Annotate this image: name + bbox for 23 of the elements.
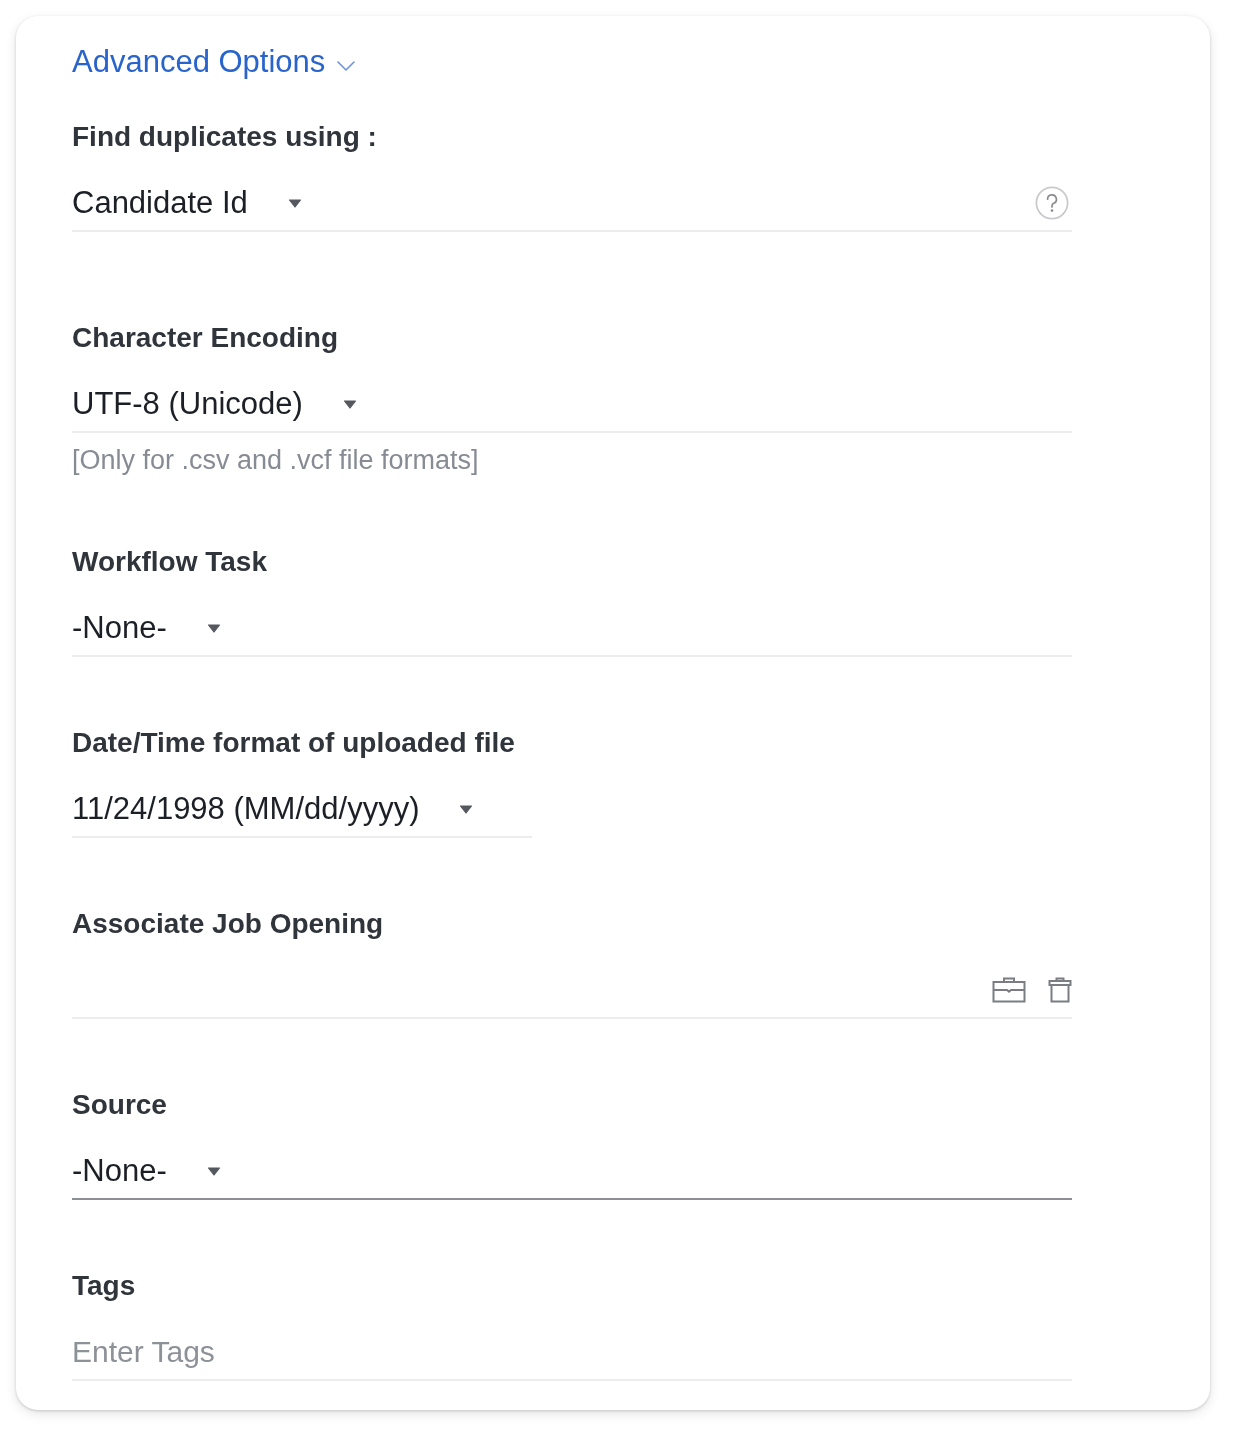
trash-icon[interactable] bbox=[1048, 977, 1072, 1003]
dropdown[interactable]: Candidate Id bbox=[72, 179, 1072, 232]
text-input[interactable]: Enter Tags bbox=[72, 1328, 1072, 1381]
advanced-options-link[interactable]: Advanced Options bbox=[72, 42, 356, 82]
dropdown[interactable]: UTF-8 (Unicode) bbox=[72, 380, 1072, 433]
caret-icon bbox=[287, 198, 302, 208]
field-label: Character Encoding bbox=[72, 321, 340, 355]
dropdown[interactable]: 11/24/1998 (MM/dd/yyyy) bbox=[72, 785, 532, 838]
field-label: Tags bbox=[72, 1269, 137, 1303]
hint-text: [Only for .csv and .vcf file formats] bbox=[72, 444, 480, 476]
briefcase-icon[interactable] bbox=[992, 977, 1026, 1003]
field-label: Source bbox=[72, 1088, 168, 1122]
caret-icon bbox=[206, 623, 221, 633]
caret-icon bbox=[459, 804, 474, 814]
caret-icon bbox=[342, 399, 357, 409]
dropdown[interactable]: -None- bbox=[72, 604, 1072, 657]
caret-icon bbox=[206, 1166, 221, 1176]
field-label: Date/Time format of uploaded file bbox=[72, 726, 516, 760]
field-label: Associate Job Opening bbox=[72, 907, 385, 941]
field-label: Find duplicates using : bbox=[72, 120, 378, 154]
help-icon[interactable] bbox=[1035, 186, 1069, 220]
field-label: Workflow Task bbox=[72, 545, 268, 579]
dropdown[interactable]: -None- bbox=[72, 1147, 1072, 1200]
